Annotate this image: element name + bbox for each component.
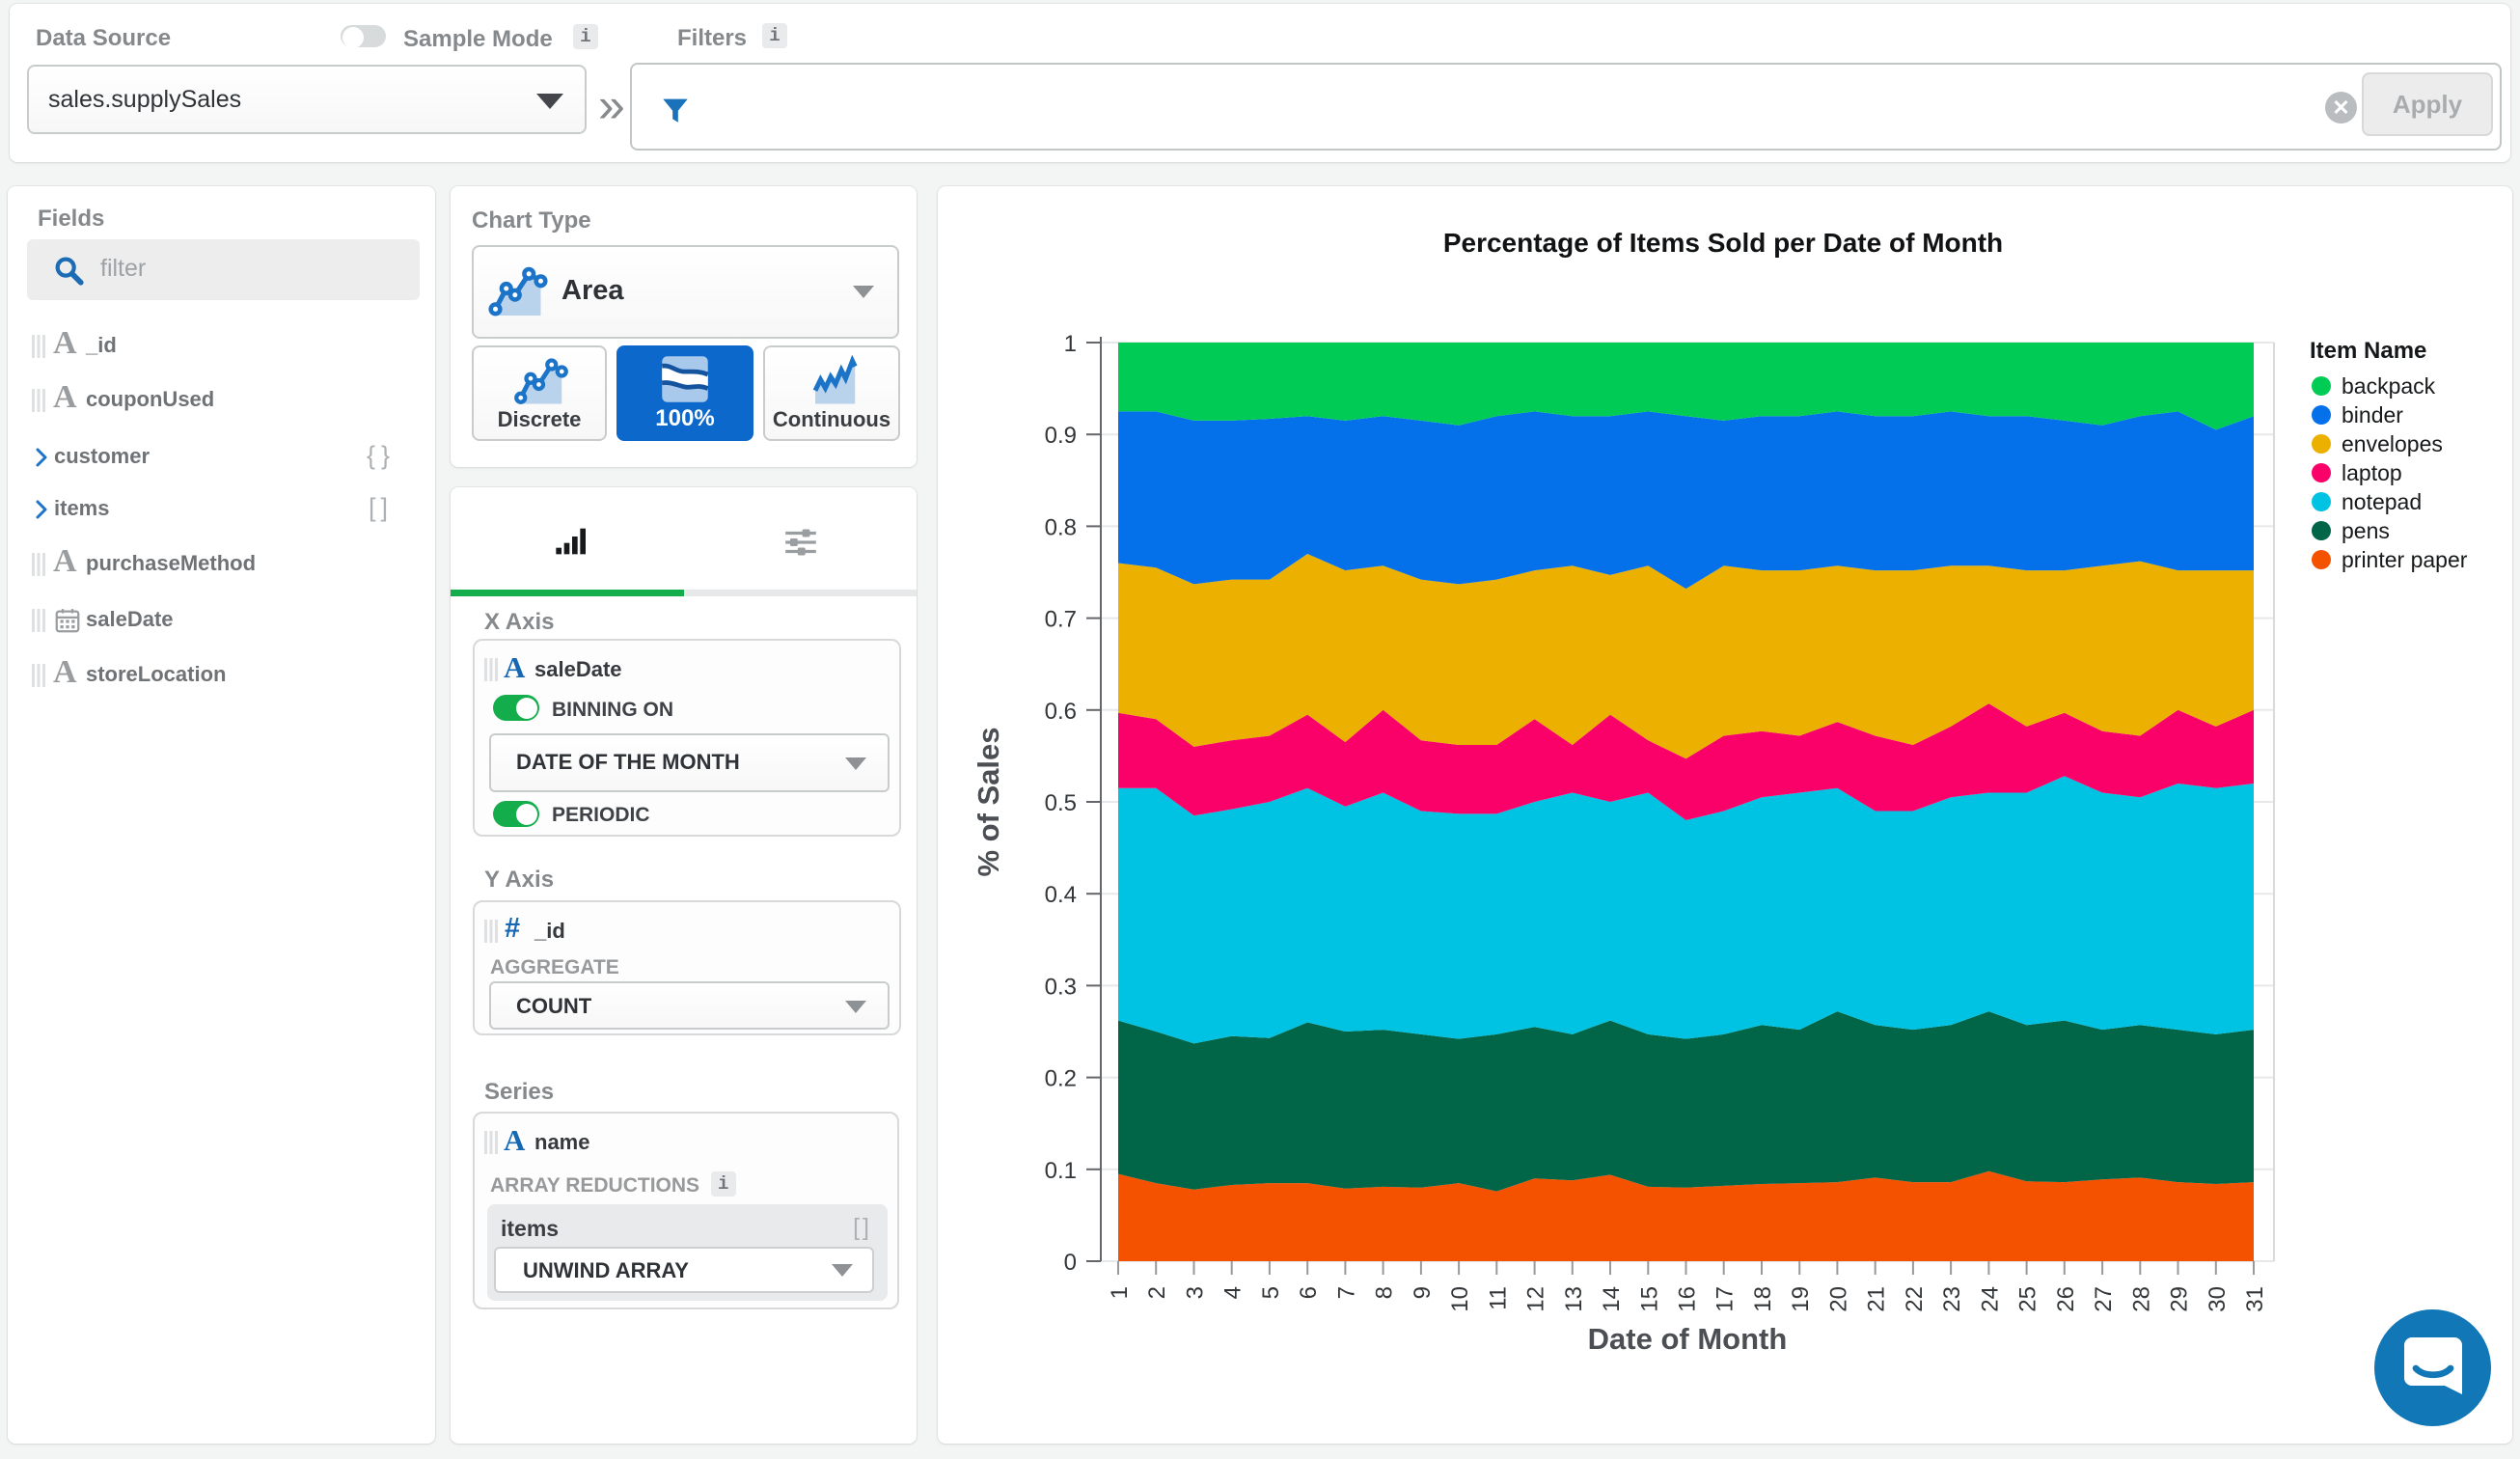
svg-text:8: 8 [1372,1286,1398,1299]
svg-text:envelopes: envelopes [2342,431,2443,456]
svg-text:15: 15 [1636,1286,1662,1312]
svg-text:binder: binder [2342,402,2403,427]
svg-text:backpack: backpack [2342,373,2436,399]
svg-text:1: 1 [1064,331,1077,357]
svg-text:25: 25 [2015,1286,2041,1312]
svg-text:31: 31 [2242,1286,2268,1312]
svg-text:24: 24 [1977,1286,2003,1312]
svg-text:0.7: 0.7 [1045,607,1077,633]
svg-text:0.6: 0.6 [1045,699,1077,725]
svg-text:29: 29 [2167,1286,2193,1312]
svg-text:0.8: 0.8 [1045,514,1077,540]
svg-text:10: 10 [1447,1286,1473,1312]
svg-text:notepad: notepad [2342,489,2422,514]
svg-text:17: 17 [1712,1286,1739,1312]
svg-text:2: 2 [1144,1286,1170,1299]
svg-text:18: 18 [1750,1286,1776,1312]
svg-text:27: 27 [2091,1286,2117,1312]
svg-text:pens: pens [2342,518,2390,543]
svg-text:Date of Month: Date of Month [1588,1322,1788,1356]
svg-text:13: 13 [1561,1286,1587,1312]
svg-text:19: 19 [1788,1286,1814,1312]
svg-text:14: 14 [1599,1286,1625,1312]
svg-text:Item Name: Item Name [2310,338,2426,364]
svg-text:0: 0 [1064,1250,1077,1276]
svg-text:1: 1 [1107,1286,1133,1299]
svg-text:5: 5 [1258,1286,1284,1299]
svg-text:0.4: 0.4 [1045,882,1077,908]
svg-text:4: 4 [1220,1286,1246,1299]
svg-text:7: 7 [1333,1286,1359,1299]
svg-text:21: 21 [1864,1286,1890,1312]
svg-text:20: 20 [1825,1286,1851,1312]
svg-text:28: 28 [2128,1286,2154,1312]
svg-text:0.2: 0.2 [1045,1066,1077,1092]
svg-text:6: 6 [1296,1286,1322,1299]
svg-text:23: 23 [1939,1286,1965,1312]
svg-text:% of Sales: % of Sales [972,727,1005,876]
svg-text:11: 11 [1485,1286,1511,1310]
svg-text:0.5: 0.5 [1045,790,1077,816]
svg-text:9: 9 [1410,1286,1436,1299]
svg-text:0.1: 0.1 [1045,1158,1077,1184]
svg-text:0.3: 0.3 [1045,974,1077,1000]
svg-text:Percentage of Items Sold per D: Percentage of Items Sold per Date of Mon… [1443,228,2003,258]
svg-text:16: 16 [1675,1286,1701,1312]
svg-text:3: 3 [1183,1286,1209,1299]
svg-text:26: 26 [2053,1286,2079,1312]
svg-text:22: 22 [1902,1286,1928,1312]
svg-text:printer paper: printer paper [2342,547,2468,572]
svg-text:30: 30 [2205,1286,2231,1312]
svg-text:0.9: 0.9 [1045,423,1077,449]
svg-text:laptop: laptop [2342,460,2402,485]
svg-text:12: 12 [1523,1286,1549,1312]
